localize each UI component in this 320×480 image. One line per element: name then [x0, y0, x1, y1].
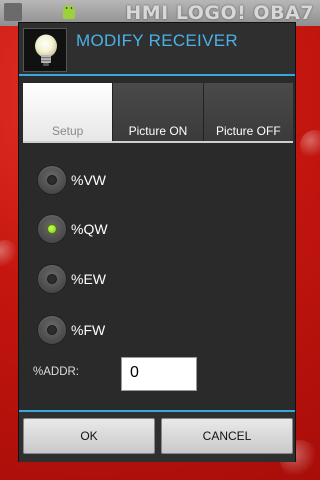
tab-setup[interactable]: Setup — [23, 83, 114, 143]
radio-button[interactable] — [37, 214, 67, 244]
tab-bar: Setup Picture ON Picture OFF — [23, 83, 293, 143]
radio-label: %EW — [71, 271, 106, 287]
tab-label: Picture OFF — [215, 124, 281, 138]
tab-underline — [23, 141, 293, 143]
dialog-footer: OK CANCEL — [19, 410, 295, 462]
lightbulb-icon — [35, 34, 57, 66]
background-drop — [0, 240, 20, 270]
radio-option-ew[interactable]: %EW — [37, 262, 106, 296]
radio-button[interactable] — [37, 315, 67, 345]
android-icon — [63, 5, 75, 19]
radio-button[interactable] — [37, 264, 67, 294]
radio-option-fw[interactable]: %FW — [37, 313, 105, 347]
address-label: %ADDR: — [33, 366, 80, 378]
bulb-icon-box — [23, 28, 67, 72]
tab-picture-off[interactable]: Picture OFF — [203, 83, 293, 143]
radio-label: %FW — [71, 322, 106, 338]
usb-icon — [4, 3, 22, 21]
background-drop — [300, 130, 320, 160]
ok-button[interactable]: OK — [23, 418, 155, 454]
dialog-header: MODIFY RECEIVER — [19, 23, 295, 75]
radio-button[interactable] — [37, 165, 67, 195]
header-divider — [19, 74, 295, 76]
app-title: HMI LOGO! OBA7 — [125, 2, 314, 24]
radio-option-qw[interactable]: %QW — [37, 212, 108, 246]
dialog-title: MODIFY RECEIVER — [76, 31, 238, 50]
address-input[interactable]: 0 — [121, 357, 197, 391]
tab-label: Setup — [51, 124, 84, 138]
cancel-button[interactable]: CANCEL — [161, 418, 293, 454]
radio-label: %QW — [71, 221, 108, 237]
modify-receiver-dialog: MODIFY RECEIVER Setup Picture ON Picture… — [18, 22, 296, 462]
radio-option-vw[interactable]: %VW — [37, 163, 106, 197]
tab-label: Picture ON — [128, 124, 188, 138]
tab-picture-on[interactable]: Picture ON — [113, 83, 204, 143]
radio-label: %VW — [71, 172, 106, 188]
